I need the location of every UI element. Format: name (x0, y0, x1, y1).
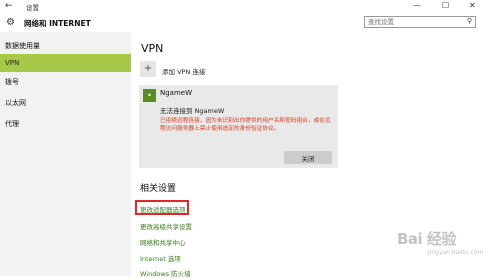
sidebar-item-data-usage[interactable]: 数据使用量 (0, 36, 131, 54)
search-box[interactable]: ⚲ (364, 16, 476, 28)
add-vpn-label: 添加 VPN 连接 (162, 68, 206, 76)
link-advanced-sharing[interactable]: 更改高级共享设置 (140, 221, 192, 231)
link-network-sharing-center[interactable]: 网络和共享中心 (140, 237, 186, 247)
annotation-highlight-box (135, 200, 189, 215)
back-arrow-icon[interactable]: ← (5, 1, 13, 11)
vpn-network-icon: ⚭ (143, 89, 156, 102)
plus-icon: + (140, 61, 156, 77)
vpn-close-button[interactable]: 关闭 (284, 151, 332, 164)
gear-icon: ⚙ (6, 17, 15, 28)
sidebar-item-ethernet[interactable]: 以太网 (0, 93, 131, 111)
related-settings-heading: 相关设置 (140, 184, 177, 194)
page-title: 网络和 INTERNET (24, 19, 91, 28)
sidebar: 数据使用量 VPN 拨号 以太网 代理 (0, 32, 131, 276)
window-title: 设置 (26, 4, 39, 12)
vpn-connection-status: 无法连接到 NgameW (160, 107, 225, 115)
sidebar-item-vpn[interactable]: VPN (0, 54, 131, 72)
link-internet-options[interactable]: Internet 选项 (140, 253, 181, 263)
add-vpn-button[interactable]: + 添加 VPN 连接 (140, 61, 300, 83)
vpn-connection-card[interactable]: ⚭ NgameW 无法连接到 NgameW 已拒绝远程连接，因为未识别出你提供的… (139, 85, 338, 168)
minimize-icon[interactable]: — (413, 1, 421, 10)
sidebar-item-dial-up[interactable]: 拨号 (0, 72, 131, 90)
search-icon[interactable]: ⚲ (467, 17, 472, 25)
link-windows-firewall[interactable]: Windows 防火墙 (140, 268, 191, 278)
title-bar: ← 设置 — ☐ ✕ (0, 0, 486, 13)
vpn-connection-name: NgameW (160, 89, 193, 97)
vpn-error-message: 已拒绝远程连接，因为未识别出你提供的用户名和密码组合，或在远程访问服务器上禁止使… (160, 118, 331, 132)
sidebar-item-proxy[interactable]: 代理 (0, 114, 131, 132)
baidu-watermark-url: jingyan.baidu.com (428, 249, 484, 256)
baidu-watermark: Bai 经验 (397, 230, 456, 248)
close-icon[interactable]: ✕ (469, 1, 476, 10)
maximize-icon[interactable]: ☐ (442, 1, 449, 10)
search-input[interactable] (365, 17, 467, 27)
section-heading-vpn: VPN (141, 42, 164, 55)
